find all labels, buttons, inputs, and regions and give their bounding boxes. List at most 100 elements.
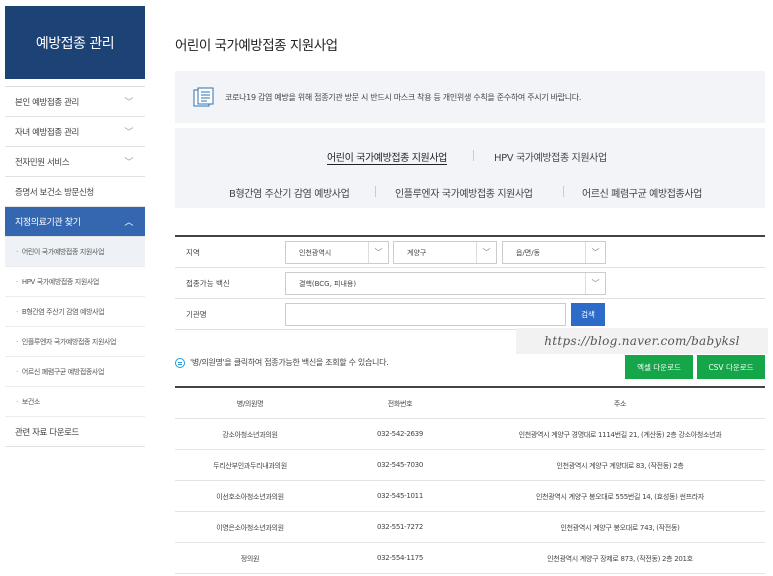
clinic-address: 인천광역시 계양구 봉오대로 555번길 14, (효성동) 썬프라자 xyxy=(535,493,705,501)
clinic-phone: 032-545-7030 xyxy=(377,461,423,469)
chevron-down-icon: ﹀ xyxy=(585,273,605,294)
sidebar-menu: 본인 예방접종 관리 ﹀ 자녀 예방접종 관리 ﹀ 전자민원 서비스 ﹀ 증명서… xyxy=(5,86,145,447)
search-button[interactable]: 검색 xyxy=(571,303,605,326)
clinic-address: 인천광역시 계양구 장제로 873, (작전동) 2층 201호 xyxy=(547,555,693,563)
clinic-phone: 032-551-7272 xyxy=(377,523,423,531)
bullet-icon: · xyxy=(16,397,18,406)
sidebar-subitem-label: 보건소 xyxy=(21,397,41,406)
tab-divider xyxy=(563,186,564,197)
table-row: 강소아청소년과의원 032-542-2639 인천광역시 계양구 경명대로 11… xyxy=(175,419,765,450)
table-row: 두리산부인과두리내과의원 032-545-7030 인천광역시 계양구 계양대로… xyxy=(175,450,765,481)
sidebar-subitem-pneumococcal[interactable]: · 어르신 폐렴구균 예방접종사업 xyxy=(5,357,145,387)
vaccine-row: 접종가능 백신 결핵(BCG, 피내용) ﹀ xyxy=(175,268,765,299)
chevron-up-icon: ︿ xyxy=(124,218,133,228)
district-select[interactable]: 계양구 ﹀ xyxy=(393,241,497,264)
chevron-down-icon: ﹀ xyxy=(368,242,388,263)
sidebar-subitem-health-center[interactable]: · 보건소 xyxy=(5,387,145,417)
sidebar-item-e-civil-service[interactable]: 전자민원 서비스 ﹀ xyxy=(5,147,145,177)
table-row: 정의원 032-554-1175 인천광역시 계양구 장제로 873, (작전동… xyxy=(175,543,765,574)
sidebar-item-label: 관련 자료 다운로드 xyxy=(15,427,79,438)
town-select-value: 읍/면/동 xyxy=(516,249,541,257)
clinic-name-link[interactable]: 두리산부인과두리내과의원 xyxy=(175,461,325,471)
notice-text: 코로나19 감염 예방을 위해 접종기관 방문 시 반드시 마스크 착용 등 개… xyxy=(225,92,582,102)
vaccine-select[interactable]: 결핵(BCG, 피내용) ﹀ xyxy=(285,272,606,295)
column-header-phone: 전화번호 xyxy=(387,400,413,408)
chevron-down-icon: ﹀ xyxy=(124,158,133,168)
watermark-url: https://blog.naver.com/babyksl xyxy=(516,328,768,354)
vaccine-label: 접종가능 백신 xyxy=(186,279,230,288)
search-form: 지역 인천광역시 ﹀ 계양구 ﹀ 읍/면/동 ﹀ 접종가능 백신 결핵(BCG,… xyxy=(175,235,765,330)
tab-divider xyxy=(375,186,376,197)
tab-divider xyxy=(473,150,474,161)
notice-box: 코로나19 감염 예방을 위해 접종기관 방문 시 반드시 마스크 착용 등 개… xyxy=(175,71,765,123)
search-hint: '병/의원명'을 클릭하여 접종가능한 백신을 조회할 수 있습니다. xyxy=(175,357,389,368)
tab-hpv[interactable]: HPV 국가예방접종 지원사업 xyxy=(494,149,607,164)
sidebar-item-label: 본인 예방접종 관리 xyxy=(15,97,79,108)
sidebar-subitem-label: 인플루엔자 국가예방접종 지원사업 xyxy=(21,337,117,346)
sidebar-item-label: 증명서 보건소 방문신청 xyxy=(15,187,94,198)
chevron-down-icon: ﹀ xyxy=(476,242,496,263)
vaccine-select-value: 결핵(BCG, 피내용) xyxy=(299,280,357,288)
chevron-down-icon: ﹀ xyxy=(124,128,133,138)
sidebar-item-label: 전자민원 서비스 xyxy=(15,157,70,168)
chat-bubble-icon xyxy=(175,357,185,368)
column-header-address: 주소 xyxy=(613,400,627,408)
city-select-value: 인천광역시 xyxy=(299,249,332,257)
sidebar-subitem-hepb[interactable]: · B형간염 주산기 감염 예방사업 xyxy=(5,297,145,327)
bullet-icon: · xyxy=(16,277,18,286)
clinic-phone: 032-554-1175 xyxy=(377,554,423,562)
chevron-down-icon: ﹀ xyxy=(124,98,133,108)
hint-text: '병/의원명'을 클릭하여 접종가능한 백신을 조회할 수 있습니다. xyxy=(190,358,389,367)
clinic-name-link[interactable]: 강소아청소년과의원 xyxy=(175,430,325,440)
bullet-icon: · xyxy=(16,337,18,346)
institution-name-label: 기관명 xyxy=(186,310,207,319)
program-tabs: 어린이 국가예방접종 지원사업 HPV 국가예방접종 지원사업 B형간염 주산기… xyxy=(175,128,765,208)
clinic-name-link[interactable]: 이선호소아청소년과의원 xyxy=(175,492,325,502)
district-select-value: 계양구 xyxy=(407,249,427,257)
institution-name-input[interactable] xyxy=(285,303,566,326)
tab-influenza[interactable]: 인플루엔자 국가예방접종 지원사업 xyxy=(395,185,533,200)
sidebar-subitem-label: 어르신 폐렴구균 예방접종사업 xyxy=(21,367,105,376)
chevron-down-icon: ﹀ xyxy=(585,242,605,263)
sidebar-item-downloads[interactable]: 관련 자료 다운로드 xyxy=(5,417,145,447)
clinic-address: 인천광역시 계양구 계양대로 83, (작전동) 2층 xyxy=(556,462,684,470)
sidebar-item-certificate-visit[interactable]: 증명서 보건소 방문신청 xyxy=(5,177,145,207)
clinic-phone: 032-542-2639 xyxy=(377,430,423,438)
bullet-icon: · xyxy=(16,247,18,256)
sidebar-subitem-child[interactable]: · 어린이 국가예방접종 지원사업 xyxy=(5,237,145,267)
excel-download-button[interactable]: 엑셀 다운로드 xyxy=(625,355,693,379)
bullet-icon: · xyxy=(16,367,18,376)
table-row: 이선호소아청소년과의원 032-545-1011 인천광역시 계양구 봉오대로 … xyxy=(175,481,765,512)
clinic-address: 인천광역시 계양구 봉오대로 743, (작전동) xyxy=(560,524,680,532)
bullet-icon: · xyxy=(16,307,18,316)
tab-child[interactable]: 어린이 국가예방접종 지원사업 xyxy=(327,149,447,164)
sidebar-subitem-label: HPV 국가예방접종 지원사업 xyxy=(21,277,100,286)
tab-hepb[interactable]: B형간염 주산기 감염 예방사업 xyxy=(229,185,350,200)
table-row: 이영은소아청소년과의원 032-551-7272 인천광역시 계양구 봉오대로 … xyxy=(175,512,765,543)
sidebar-item-self-vaccination[interactable]: 본인 예방접종 관리 ﹀ xyxy=(5,87,145,117)
clinic-name-link[interactable]: 정의원 xyxy=(175,554,325,564)
table-header-row: 병/의원명 전화번호 주소 xyxy=(175,388,765,419)
town-select[interactable]: 읍/면/동 ﹀ xyxy=(502,241,606,264)
sidebar-subitem-label: B형간염 주산기 감염 예방사업 xyxy=(21,307,105,316)
clinic-phone: 032-545-1011 xyxy=(377,492,423,500)
sidebar-item-find-clinic[interactable]: 지정의료기관 찾기 ︿ xyxy=(5,207,145,237)
clinic-table: 병/의원명 전화번호 주소 강소아청소년과의원 032-542-2639 인천광… xyxy=(175,386,765,574)
sidebar-item-child-vaccination[interactable]: 자녀 예방접종 관리 ﹀ xyxy=(5,117,145,147)
sidebar-subitem-hpv[interactable]: · HPV 국가예방접종 지원사업 xyxy=(5,267,145,297)
sidebar-subitem-influenza[interactable]: · 인플루엔자 국가예방접종 지원사업 xyxy=(5,327,145,357)
page-title: 어린이 국가예방접종 지원사업 xyxy=(175,38,338,54)
sidebar-item-label: 자녀 예방접종 관리 xyxy=(15,127,79,138)
sidebar-item-label: 지정의료기관 찾기 xyxy=(15,218,81,228)
region-label: 지역 xyxy=(186,248,200,257)
tab-pneumococcal[interactable]: 어르신 폐렴구균 예방접종사업 xyxy=(582,185,702,200)
name-row: 기관명 검색 xyxy=(175,299,765,330)
clinic-name-link[interactable]: 이영은소아청소년과의원 xyxy=(175,523,325,533)
clinic-address: 인천광역시 계양구 경명대로 1114번길 21, (계산동) 2층 강소아청소… xyxy=(518,431,722,439)
region-row: 지역 인천광역시 ﹀ 계양구 ﹀ 읍/면/동 ﹀ xyxy=(175,237,765,268)
city-select[interactable]: 인천광역시 ﹀ xyxy=(285,241,389,264)
csv-download-button[interactable]: CSV 다운로드 xyxy=(697,355,765,379)
sidebar-subitem-label: 어린이 국가예방접종 지원사업 xyxy=(21,247,105,256)
column-header-name: 병/의원명 xyxy=(236,400,264,408)
document-icon xyxy=(193,87,215,107)
